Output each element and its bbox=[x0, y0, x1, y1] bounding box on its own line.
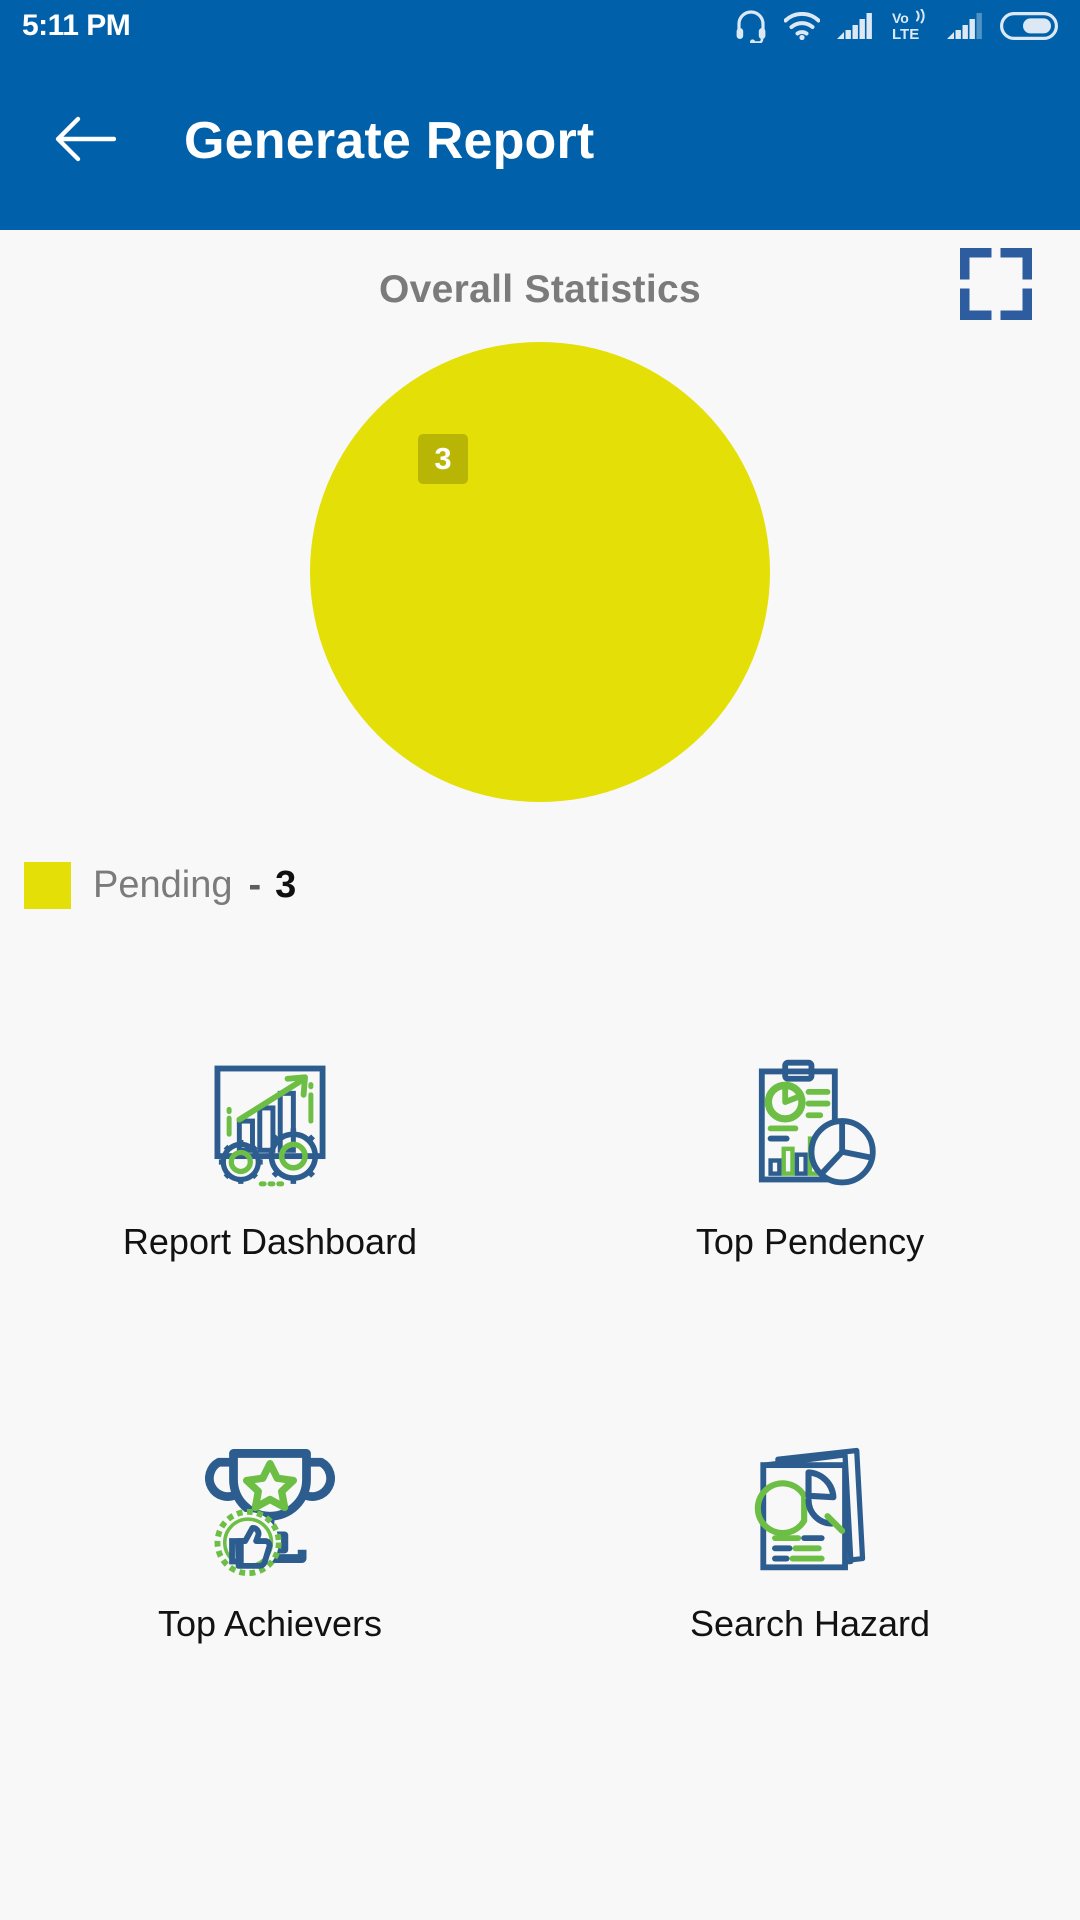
legend-separator: - bbox=[248, 864, 262, 906]
action-search-hazard[interactable]: Search Hazard bbox=[540, 1431, 1080, 1645]
page-title: Generate Report bbox=[184, 112, 595, 170]
legend-swatch-pending bbox=[24, 862, 71, 909]
action-label: Search Hazard bbox=[689, 1603, 931, 1644]
back-button[interactable] bbox=[50, 106, 120, 176]
pie-chart[interactable]: 3 bbox=[0, 342, 1080, 802]
action-top-pendency[interactable]: Top Pendency bbox=[540, 1049, 1080, 1263]
action-grid: Report Dashboard Top Pendency Top Achiev… bbox=[0, 1049, 1080, 1645]
status-bar-clock: 5:11 PM bbox=[22, 9, 131, 42]
overall-statistics-card: Overall Statistics 3 Pending - 3 bbox=[0, 230, 1080, 909]
search-hazard-icon bbox=[735, 1431, 885, 1581]
legend-value-pending: 3 bbox=[275, 864, 297, 906]
battery-icon bbox=[1000, 12, 1058, 40]
pie-slice-pending[interactable] bbox=[310, 342, 770, 802]
report-dashboard-icon bbox=[195, 1049, 345, 1199]
chart-legend: Pending - 3 bbox=[0, 862, 1080, 909]
app-bar: Generate Report bbox=[0, 52, 1080, 230]
signal-bars-secondary-icon bbox=[947, 12, 983, 40]
action-label: Report Dashboard bbox=[122, 1221, 418, 1262]
legend-label-pending: Pending bbox=[93, 864, 233, 906]
fullscreen-expand-icon bbox=[958, 246, 1034, 324]
signal-bars-icon bbox=[837, 12, 873, 40]
top-pendency-icon bbox=[735, 1049, 885, 1199]
fullscreen-expand-button[interactable] bbox=[958, 246, 1034, 322]
svg-text:LTE: LTE bbox=[892, 26, 919, 43]
action-top-achievers[interactable]: Top Achievers bbox=[0, 1431, 540, 1645]
svg-text:Vo: Vo bbox=[892, 10, 909, 26]
wifi-icon bbox=[784, 12, 820, 40]
action-label: Top Achievers bbox=[157, 1603, 383, 1644]
top-achievers-icon bbox=[195, 1431, 345, 1581]
pie-slice-label: 3 bbox=[418, 434, 468, 484]
action-label: Top Pendency bbox=[695, 1221, 925, 1262]
status-bar: 5:11 PM Vo LTE bbox=[0, 0, 1080, 52]
status-bar-icons: Vo LTE bbox=[735, 9, 1058, 43]
headset-icon bbox=[735, 9, 767, 43]
chart-title: Overall Statistics bbox=[379, 268, 701, 311]
volte-icon: Vo LTE bbox=[890, 9, 930, 43]
arrow-left-icon bbox=[54, 116, 117, 167]
action-report-dashboard[interactable]: Report Dashboard bbox=[0, 1049, 540, 1263]
